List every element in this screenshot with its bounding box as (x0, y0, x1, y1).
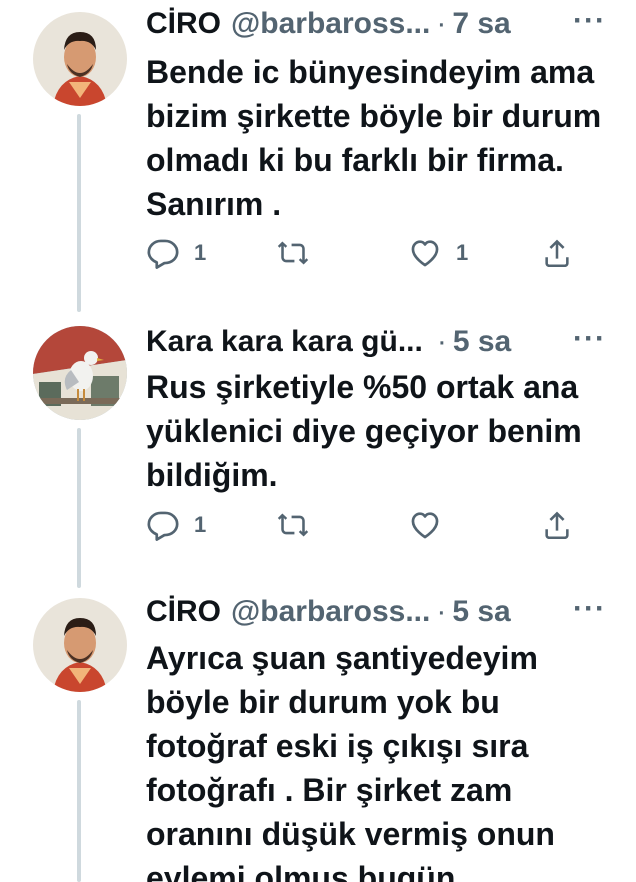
avatar[interactable] (33, 12, 127, 106)
more-icon[interactable]: ··· (573, 592, 606, 626)
tweet-text: Ayrıca şuan şantiyedeyim böyle bir durum… (146, 640, 555, 882)
avatar[interactable] (33, 598, 127, 692)
like-button[interactable]: 1 (408, 236, 468, 270)
retweet-icon (277, 241, 309, 265)
author-name[interactable]: Kara kara kara gü... (146, 325, 423, 359)
heart-icon (411, 512, 439, 539)
tweet-header: Kara kara kara gü... · 5 sa ··· (146, 318, 606, 366)
author-handle[interactable]: @barbaross... (231, 595, 430, 629)
reply-icon (147, 511, 179, 541)
timestamp[interactable]: 5 sa (453, 325, 511, 359)
avatar[interactable] (33, 326, 127, 420)
share-icon (545, 511, 569, 540)
retweet-button[interactable] (276, 508, 310, 542)
like-count: 1 (456, 240, 469, 265)
tweet-actions: 1 (146, 508, 586, 548)
tweet[interactable]: Kara kara kara gü... · 5 sa ··· Rus şirk… (0, 318, 636, 588)
share-button[interactable] (540, 508, 574, 542)
share-button[interactable] (540, 236, 574, 270)
heart-icon (411, 240, 439, 267)
tweet-text: Bende ic bünyesindeyim ama bizim şirkett… (146, 54, 602, 222)
reply-icon (147, 239, 179, 269)
tweet-text: Rus şirketiyle %50 ortak ana yüklenici d… (146, 369, 582, 493)
timestamp[interactable]: 7 sa (452, 7, 510, 41)
more-icon[interactable]: ··· (573, 322, 606, 356)
retweet-icon (277, 513, 309, 537)
reply-count: 1 (194, 240, 207, 265)
like-button[interactable] (408, 508, 442, 542)
tweet[interactable]: CİRO @barbaross... · 7 sa ··· Bende ic b… (0, 0, 636, 310)
tweet[interactable]: CİRO @barbaross... · 5 sa ··· Ayrıca şua… (0, 588, 636, 882)
tweet-actions: 1 1 (146, 236, 586, 276)
reply-button[interactable]: 1 (146, 236, 206, 270)
tweet-header: CİRO @barbaross... · 5 sa ··· (146, 588, 606, 636)
timestamp[interactable]: 5 sa (452, 595, 510, 629)
author-name[interactable]: CİRO (146, 595, 221, 629)
more-icon[interactable]: ··· (573, 4, 606, 38)
author-name[interactable]: CİRO (146, 7, 221, 41)
separator-dot: · (436, 595, 447, 628)
separator-dot: · (436, 7, 447, 40)
retweet-button[interactable] (276, 236, 310, 270)
reply-button[interactable]: 1 (146, 508, 206, 542)
reply-count: 1 (194, 512, 207, 537)
author-handle[interactable]: @barbaross... (231, 7, 430, 41)
separator-dot: · (436, 325, 447, 358)
share-icon (545, 239, 569, 268)
tweet-header: CİRO @barbaross... · 7 sa ··· (146, 0, 606, 48)
